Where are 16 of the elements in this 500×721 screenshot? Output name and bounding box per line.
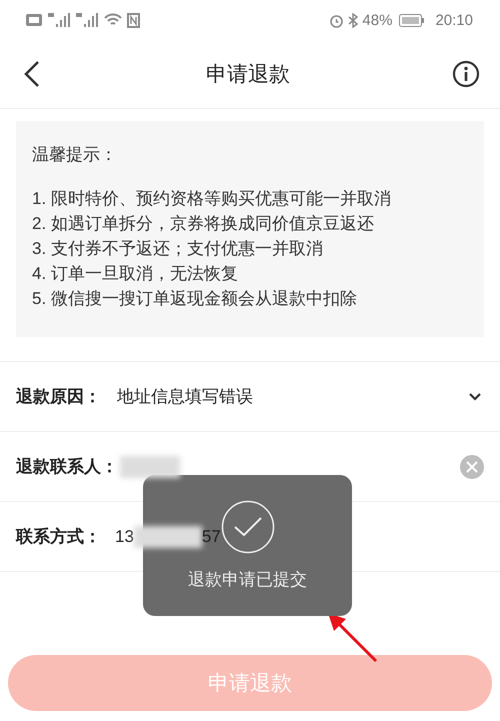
page-title: 申请退款 bbox=[205, 61, 291, 88]
battery-percent: 48% bbox=[362, 12, 392, 28]
tips-title: 温馨提示： bbox=[32, 144, 118, 166]
tip-text: 3. 支付券不予返还；支付优惠一并取消 bbox=[32, 238, 324, 260]
tip-text: 4. 订单一旦取消，无法恢复 bbox=[32, 263, 239, 285]
phone-start: 13 bbox=[115, 526, 134, 546]
phone-end: 57 bbox=[202, 526, 221, 546]
clock-time: 20:10 bbox=[435, 12, 473, 28]
field-label: 联系方式： bbox=[16, 526, 101, 548]
field-label: 退款原因： bbox=[16, 386, 101, 408]
field-label: 退款联系人： bbox=[16, 456, 118, 478]
tip-text: 2. 如遇订单拆分，京券将换成同价值京豆返还 bbox=[32, 213, 375, 235]
tip-text: 5. 微信搜一搜订单返现金额会从退款中扣除 bbox=[32, 288, 358, 310]
reason-value[interactable]: 地址信息填写错误 bbox=[117, 385, 253, 408]
tip-text: 1. 限时特价、预约资格等购买优惠可能一并取消 bbox=[32, 188, 392, 210]
toast-message: 退款申请已提交 bbox=[188, 569, 307, 591]
